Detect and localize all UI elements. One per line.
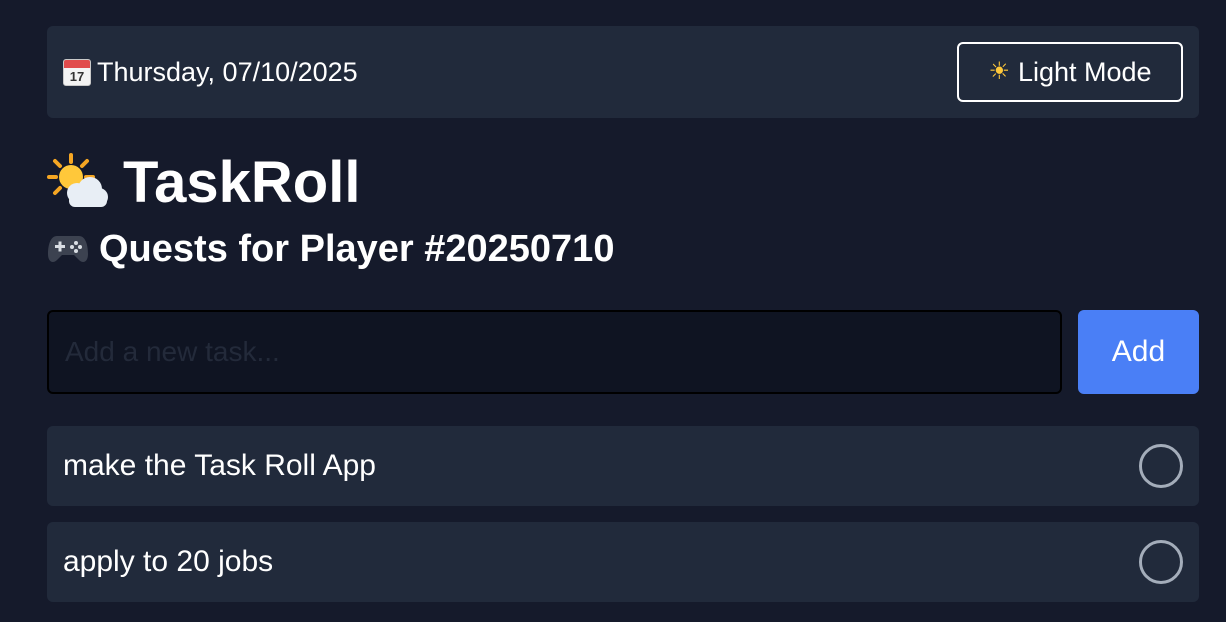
new-task-input[interactable] [47, 310, 1062, 394]
task-label: make the Task Roll App [63, 449, 376, 482]
page-title: TaskRoll [47, 150, 1199, 215]
date-display: 17 Thursday, 07/10/2025 [63, 57, 358, 88]
app-title: TaskRoll [123, 149, 361, 215]
app-container: 17 Thursday, 07/10/2025 ☀ Light Mode Tas… [47, 26, 1199, 602]
page-subtitle: Quests for Player #20250710 [47, 226, 1199, 272]
task-complete-toggle[interactable] [1139, 444, 1183, 488]
subtitle-text: Quests for Player #20250710 [99, 227, 615, 270]
calendar-icon-day: 17 [69, 68, 85, 84]
calendar-icon: 17 [63, 58, 91, 86]
task-complete-toggle[interactable] [1139, 540, 1183, 584]
add-task-row: Add [47, 310, 1199, 394]
date-text: Thursday, 07/10/2025 [97, 56, 358, 87]
sun-icon: ☀ [988, 58, 1010, 85]
top-bar: 17 Thursday, 07/10/2025 ☀ Light Mode [47, 26, 1199, 118]
light-mode-label: Light Mode [1017, 56, 1152, 87]
task-label: apply to 20 jobs [63, 545, 274, 578]
task-item: apply to 20 jobs [47, 522, 1199, 602]
task-item: make the Task Roll App [47, 426, 1199, 506]
add-task-button[interactable]: Add [1078, 310, 1199, 394]
sun-behind-cloud-icon [47, 153, 108, 207]
task-list: make the Task Roll App apply to 20 jobs [47, 426, 1199, 602]
game-controller-icon [48, 236, 88, 262]
light-mode-button[interactable]: ☀ Light Mode [957, 42, 1183, 102]
